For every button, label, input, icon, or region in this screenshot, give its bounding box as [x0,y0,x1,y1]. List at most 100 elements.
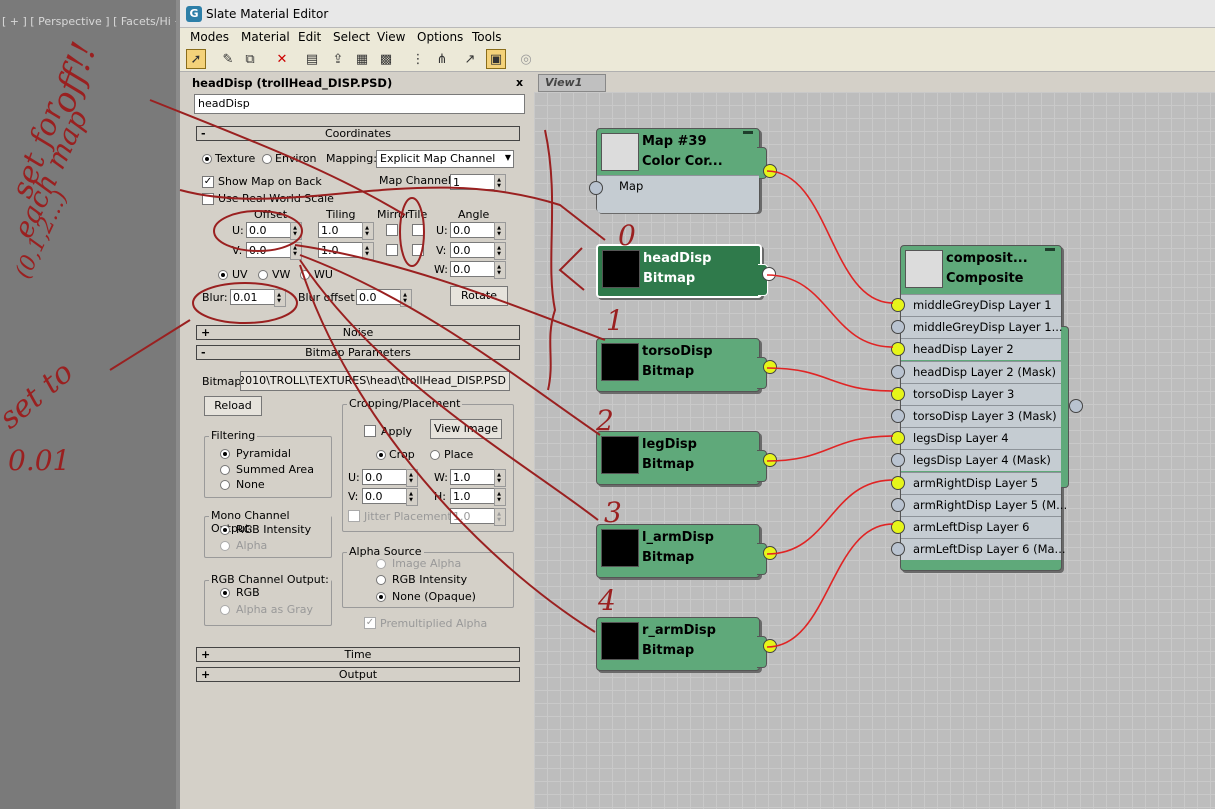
menu-options[interactable]: Options [417,30,463,44]
output-port[interactable] [763,164,777,178]
image-alpha-radio[interactable] [376,559,386,569]
rollout-coordinates[interactable]: - Coordinates [196,126,520,141]
environ-radio[interactable] [262,154,272,164]
menu-modes[interactable]: Modes [190,30,229,44]
composite-slot[interactable]: armLeftDisp Layer 6 (Ma... [891,538,1066,561]
vw-radio[interactable] [258,270,268,280]
alpha-radio[interactable] [220,541,230,551]
composite-slot[interactable]: middleGreyDisp Layer 1 [891,294,1061,316]
menu-tools[interactable]: Tools [472,30,502,44]
view-image-button[interactable]: View Image [430,419,502,439]
u-tile-checkbox[interactable] [412,224,424,236]
mapping-dropdown[interactable]: Explicit Map Channel [376,150,514,168]
viewport-label[interactable]: [ + ] [ Perspective ] [ Facets/Hi + Ed [2,15,201,28]
rgb-radio[interactable] [220,588,230,598]
pick-icon[interactable]: ➚ [186,49,206,69]
composite-slot[interactable]: armRightDisp Layer 5 [891,471,1061,494]
crop-h-spinner[interactable]: 1.0 [450,488,506,506]
input-port[interactable] [891,364,905,379]
output-port[interactable] [763,639,777,653]
menu-material[interactable]: Material [241,30,290,44]
v-angle-spinner[interactable]: 0.0 [450,242,506,260]
jitter-checkbox[interactable] [348,510,360,522]
u-mirror-checkbox[interactable] [386,224,398,236]
composite-slot[interactable]: legsDisp Layer 4 (Mask) [891,449,1061,472]
u-angle-spinner[interactable]: 0.0 [450,222,506,240]
output-port[interactable] [762,267,776,281]
composite-slot[interactable]: legsDisp Layer 4 [891,427,1061,450]
menu-select[interactable]: Select [333,30,370,44]
render-icon[interactable]: ◎ [516,49,536,69]
blur-offset-spinner[interactable]: 0.0 [356,289,412,307]
real-world-scale-checkbox[interactable] [202,193,214,205]
node-map39[interactable]: Map #39 Color Cor... Map [589,128,777,213]
node-composite[interactable]: composit... Composite middleGreyDisp Lay… [891,245,1083,571]
input-port[interactable] [891,409,905,423]
rotate-button[interactable]: Rotate [450,286,508,306]
v-offset-spinner[interactable]: 0.0 [246,242,302,260]
input-port[interactable] [891,475,905,490]
node-torsodisp[interactable]: torsoDisp Bitmap [596,338,777,392]
input-port[interactable] [891,497,905,512]
show-map-on-back-checkbox[interactable]: ✓ [202,176,214,188]
output-port[interactable] [1069,399,1083,413]
node-legdisp[interactable]: legDisp Bitmap [596,431,777,485]
composite-slot[interactable]: headDisp Layer 2 (Mask) [891,360,1061,383]
input-port[interactable] [891,431,905,446]
v-mirror-checkbox[interactable] [386,244,398,256]
none-opaque-radio[interactable] [376,592,386,602]
rollout-bitmap-parameters[interactable]: - Bitmap Parameters [196,345,520,360]
menu-edit[interactable]: Edit [298,30,321,44]
wu-radio[interactable] [300,270,310,280]
none-filter-radio[interactable] [220,480,230,490]
premultiplied-checkbox[interactable]: ✓ [364,617,376,629]
input-port[interactable] [891,542,905,557]
v-tiling-spinner[interactable]: 1.0 [318,242,374,260]
composite-slot[interactable]: torsoDisp Layer 3 [891,382,1061,405]
reload-button[interactable]: Reload [204,396,262,416]
texture-radio[interactable] [202,154,212,164]
checker-icon[interactable]: ▦ [352,49,372,69]
node-headdisp[interactable]: headDisp Bitmap [596,244,776,298]
rgb-intensity-radio[interactable] [220,525,230,535]
crop-v-spinner[interactable]: 0.0 [362,488,418,506]
input-port[interactable] [891,342,905,357]
node-canvas[interactable]: Map #39 Color Cor... Map headDisp Bitmap… [534,92,1215,809]
title-bar[interactable]: G Slate Material Editor [180,0,1215,28]
input-port[interactable] [891,298,905,312]
delete-icon[interactable]: ✕ [272,49,292,69]
output-port[interactable] [763,453,777,467]
close-icon[interactable]: x [516,76,523,89]
eyedropper-icon[interactable]: ✎ [218,49,238,69]
rollout-time[interactable]: + Time [196,647,520,662]
tree-icon[interactable]: ⋔ [432,49,452,69]
w-angle-spinner[interactable]: 0.0 [450,261,506,279]
menu-view[interactable]: View [377,30,405,44]
blur-spinner[interactable]: 0.01 [230,289,286,307]
rgb-intensity-alpha-radio[interactable] [376,575,386,585]
collapse-icon[interactable] [743,131,753,134]
composite-slot[interactable]: torsoDisp Layer 3 (Mask) [891,405,1061,427]
alpha-as-gray-radio[interactable] [220,605,230,615]
hierarchy-icon[interactable]: ⋮ [408,49,428,69]
output-port[interactable] [763,360,777,374]
rollout-noise[interactable]: + Noise [196,325,520,340]
map-channel-spinner[interactable]: 1 [450,174,506,192]
input-port[interactable] [891,320,905,335]
node-rarmdisp[interactable]: r_armDisp Bitmap [596,617,777,671]
crop-w-spinner[interactable]: 1.0 [450,469,506,487]
collapse-icon[interactable] [1045,248,1055,251]
crop-u-spinner[interactable]: 0.0 [362,469,418,487]
input-port[interactable] [891,386,905,401]
input-port[interactable] [891,453,905,468]
crop-radio[interactable] [376,450,386,460]
place-radio[interactable] [430,450,440,460]
show-map-icon[interactable]: ▣ [486,49,506,69]
layout-icon[interactable]: ▤ [302,49,322,69]
bitmap-path-button[interactable]: REEL 2010\TROLL\TEXTURES\head\trollHead_… [240,371,510,391]
node-slot[interactable]: Map [597,175,759,213]
input-port[interactable] [891,520,905,534]
viewport-3d[interactable]: [ + ] [ Perspective ] [ Facets/Hi + Ed [0,0,201,809]
summed-area-radio[interactable] [220,465,230,475]
composite-slot[interactable]: armLeftDisp Layer 6 [891,516,1061,538]
